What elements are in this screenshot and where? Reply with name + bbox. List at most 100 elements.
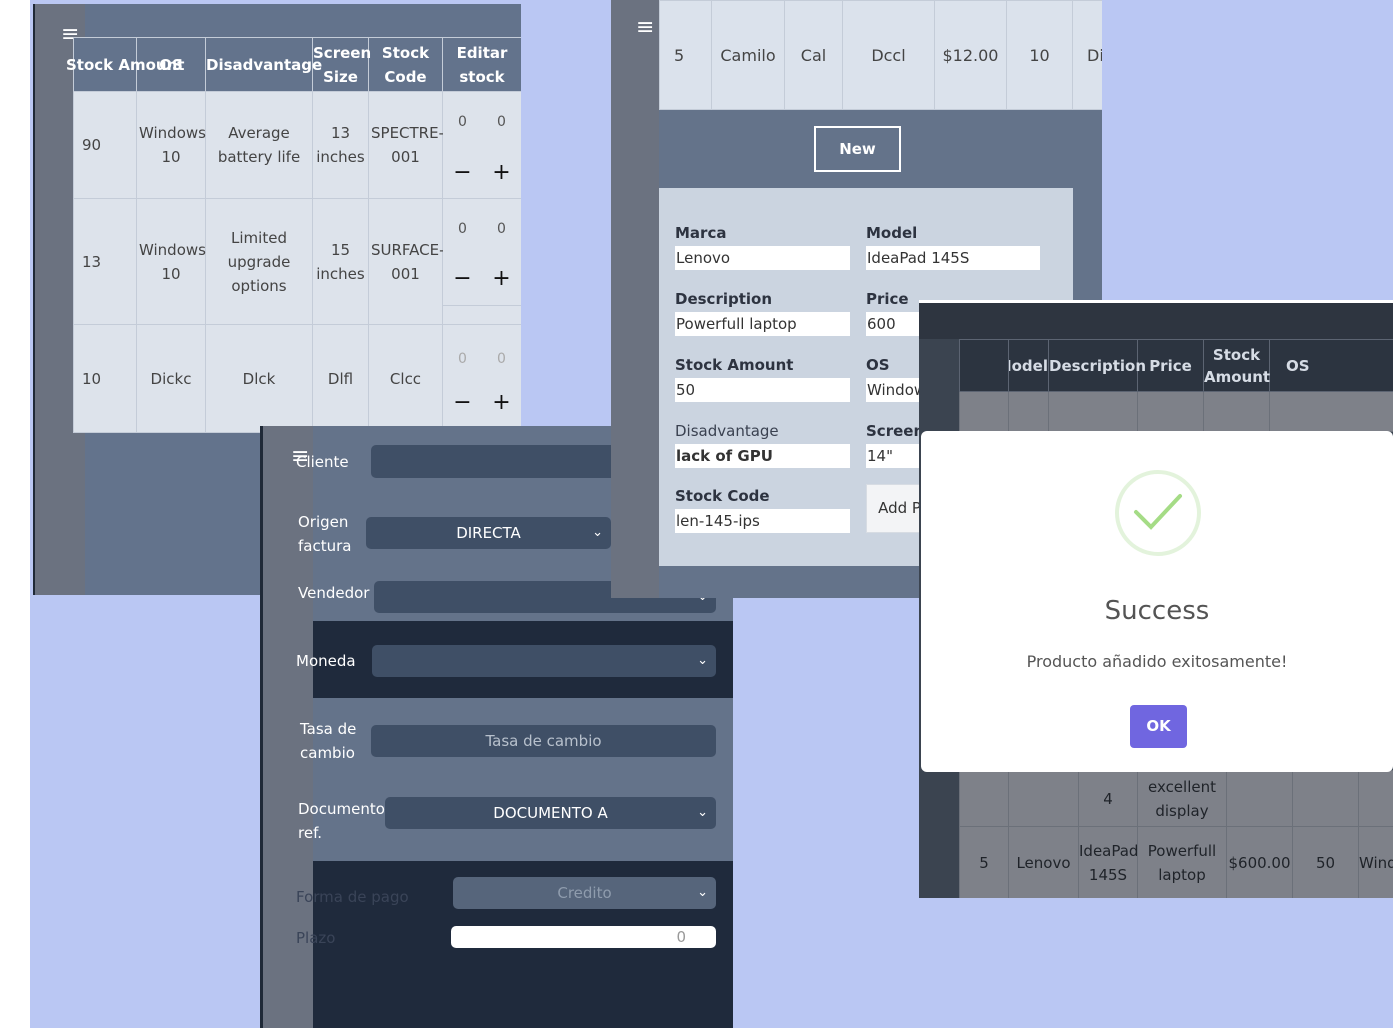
dialog-title: Success — [1104, 596, 1210, 626]
documento-select[interactable]: DOCUMENTO A ⌄ — [385, 797, 716, 829]
description-label: Description — [675, 290, 773, 308]
cell-code: SURFACE-001 — [368, 198, 445, 325]
plazo-input[interactable]: 0 — [451, 926, 716, 948]
description-input[interactable]: Powerfull laptop — [675, 312, 850, 336]
col-model: Model — [1008, 339, 1049, 392]
chevron-down-icon: ⌄ — [697, 805, 708, 820]
table-row: 4 excellent display — [959, 770, 1393, 827]
documento-label: Documento ref. — [298, 800, 385, 842]
cell-description: excellent display — [1137, 770, 1227, 827]
tasa-label: Tasa de cambio — [300, 720, 357, 762]
cell-code: SPECTRE-001 — [368, 91, 444, 199]
stock-value: 0 — [458, 114, 467, 130]
stock-value: 0 — [497, 114, 506, 130]
cell-price: $600.00 — [1226, 826, 1293, 898]
cell-os: Windows 10 — [136, 91, 206, 199]
col-stock-amount: Stock Amount — [1203, 339, 1270, 392]
cell-screen: Dlfl — [312, 324, 369, 433]
cell-os: Dickc — [136, 324, 206, 433]
product-list-header: Model Description Price Stock Amount OS — [959, 339, 1393, 432]
stock-amount-input[interactable]: 50 — [675, 378, 850, 402]
model-label: Model — [866, 224, 918, 242]
col-description: Description — [1048, 339, 1146, 392]
col-stock-code: Stock Code — [368, 37, 443, 92]
cell-brand: Lenovo — [1008, 826, 1079, 898]
menu-icon[interactable]: ≡ — [636, 17, 654, 39]
os-label: OS — [866, 356, 890, 374]
cell-model: 4 — [1078, 770, 1138, 827]
col-price: Price — [1137, 339, 1204, 392]
cell-os: Windows 10 — [136, 198, 206, 325]
stock-editor: 0 0 − + — [442, 324, 521, 433]
cell-screen: 15 inches — [312, 198, 369, 325]
stock-value: 0 — [458, 351, 467, 367]
cliente-label: Cliente — [296, 453, 349, 471]
table-row: 13 Windows 10 Limited upgrade options 15… — [73, 198, 521, 325]
plus-button[interactable]: + — [492, 162, 510, 184]
stock-code-input[interactable]: len-145-ips — [675, 509, 850, 533]
col-editar-stock: Editar stock — [442, 37, 521, 92]
origen-label: Origen factura — [298, 513, 352, 555]
table-row: 5 Camilo Cal Dccl $12.00 10 Di — [659, 0, 1102, 110]
cell-disadvantage: Dlck — [205, 324, 313, 433]
cell-description: Powerfull laptop — [1137, 826, 1227, 898]
cell-model: IdeaPad 145S — [1078, 826, 1138, 898]
tasa-input[interactable]: Tasa de cambio — [371, 725, 716, 757]
cell-stock: 10 — [1006, 0, 1073, 110]
col-disadvantage: Disadvantage — [205, 37, 322, 92]
plazo-label: Plazo — [296, 929, 336, 947]
cell-model: Cal — [784, 0, 843, 110]
chevron-down-icon: ⌄ — [697, 885, 708, 900]
cell-amount: 10 — [73, 324, 137, 433]
col-os: OS — [1269, 339, 1393, 392]
cell-id: 5 — [959, 826, 1009, 898]
minus-button[interactable]: − — [453, 392, 471, 414]
stock-value: 0 — [497, 351, 506, 367]
chevron-down-icon: ⌄ — [697, 653, 708, 668]
cell-os: Windows — [1358, 826, 1393, 898]
cell-id: 5 — [659, 0, 712, 110]
minus-button[interactable]: − — [453, 268, 471, 290]
stock-value: 0 — [458, 221, 467, 237]
plus-button[interactable]: + — [492, 392, 510, 414]
cell-code: Clcc — [368, 324, 443, 433]
forma-pago-select[interactable]: Credito ⌄ — [453, 877, 716, 909]
marca-input[interactable]: Lenovo — [675, 246, 850, 270]
stock-value: 0 — [497, 221, 506, 237]
cell-amount: 13 — [73, 198, 137, 325]
cell-screen: 13 inches — [312, 91, 369, 199]
sidebar — [611, 0, 659, 598]
new-product-button[interactable]: New — [814, 126, 901, 172]
stock-amount-label: Stock Amount — [675, 356, 794, 374]
origen-select[interactable]: DIRECTA ⌄ — [366, 517, 611, 549]
marca-label: Marca — [675, 224, 727, 242]
chevron-down-icon: ⌄ — [592, 525, 603, 540]
cell-brand: Camilo — [711, 0, 785, 110]
cell-disadvantage: Limited upgrade options — [205, 198, 313, 325]
vendedor-label: Vendedor — [298, 584, 370, 602]
col-stock-amount: Stock Amount — [66, 37, 184, 92]
price-label: Price — [866, 290, 909, 308]
moneda-label: Moneda — [296, 652, 356, 670]
stock-editor: 0 0 − + — [442, 91, 521, 199]
stock-editor: 0 0 − + — [442, 198, 521, 325]
products-table: 5 Camilo Cal Dccl $12.00 10 Di — [659, 0, 1102, 110]
product-list-body: 4 excellent display 5 Lenovo IdeaPad 145… — [959, 770, 1393, 898]
cell-disadvantage: Average battery life — [205, 91, 313, 199]
plus-button[interactable]: + — [492, 268, 510, 290]
table-row: 10 Dickc Dlck Dlfl Clcc 0 0 − + — [73, 324, 521, 433]
ok-button[interactable]: OK — [1130, 705, 1187, 748]
cell-price: $12.00 — [934, 0, 1007, 110]
stock-table: Stock Amount OS Disadvantage Screen Size… — [66, 37, 521, 433]
dialog-message: Producto añadido exitosamente! — [1026, 652, 1288, 671]
cell-os: Di — [1072, 0, 1102, 110]
moneda-select[interactable]: ⌄ — [372, 645, 716, 677]
cell-description: Dccl — [842, 0, 935, 110]
success-dialog: Success Producto añadido exitosamente! O… — [921, 431, 1393, 772]
model-input[interactable]: IdeaPad 145S — [866, 246, 1040, 270]
cell-amount: 90 — [73, 91, 137, 199]
disadvantage-label: Disadvantage — [675, 422, 779, 440]
cell-stock: 50 — [1292, 826, 1359, 898]
disadvantage-input[interactable]: lack of GPU — [675, 444, 850, 468]
minus-button[interactable]: − — [453, 162, 471, 184]
